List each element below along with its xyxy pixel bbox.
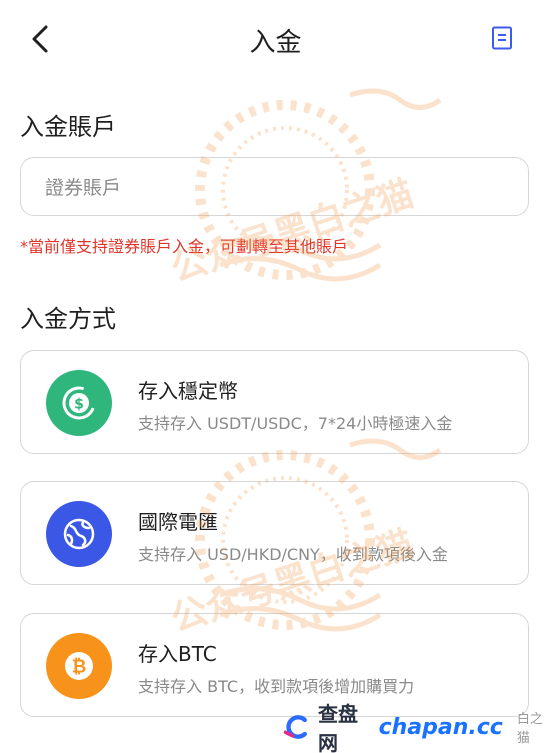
bitcoin-icon: ₿ <box>46 633 112 699</box>
method-card-stablecoin[interactable]: $ 存入穩定幣 支持存入 USDT/USDC，7*24小時極速入金 <box>20 350 529 454</box>
account-input-placeholder: 證券賬戶 <box>45 177 122 199</box>
method-desc: 支持存入 USDT/USDC，7*24小時極速入金 <box>138 414 453 433</box>
page-title: 入金 <box>249 28 302 58</box>
globe-icon <box>46 501 112 567</box>
method-card-wire[interactable]: 國際電匯 支持存入 USD/HKD/CNY，收到款項後入金 <box>20 481 529 585</box>
nav-bar: 入金 <box>0 0 551 78</box>
footer-brand: 查盘网 chapan.cc 白之猫 <box>282 702 551 753</box>
document-icon <box>492 26 512 50</box>
method-title: 存入穩定幣 <box>138 379 238 403</box>
method-desc: 支持存入 BTC，收到款項後增加購買力 <box>138 677 415 696</box>
method-desc: 支持存入 USD/HKD/CNY，收到款項後入金 <box>138 545 448 564</box>
method-section-title: 入金方式 <box>20 305 116 333</box>
method-title: 國際電匯 <box>138 510 218 534</box>
chapan-logo-icon <box>283 715 307 739</box>
method-card-btc[interactable]: ₿ 存入BTC 支持存入 BTC，收到款項後增加購買力 <box>20 613 529 717</box>
svg-text:$: $ <box>74 397 84 413</box>
footer-brand-name: 查盘网 <box>318 702 359 753</box>
account-section-title: 入金賬戶 <box>20 113 116 141</box>
stablecoin-icon: $ <box>46 370 112 436</box>
svg-text:₿: ₿ <box>72 657 87 678</box>
account-input[interactable]: 證券賬戶 <box>20 157 529 216</box>
method-title: 存入BTC <box>138 642 217 666</box>
records-button[interactable] <box>488 24 516 52</box>
footer-url: chapan.cc <box>378 714 503 740</box>
account-notice: *當前僅支持證券賬戶入金，可劃轉至其他賬戶 <box>20 237 349 256</box>
footer-cat-text: 白之猫 <box>516 712 543 746</box>
